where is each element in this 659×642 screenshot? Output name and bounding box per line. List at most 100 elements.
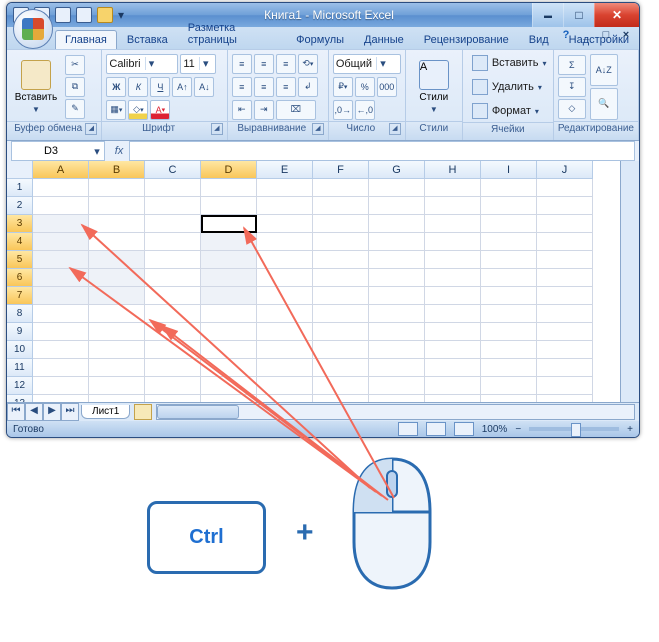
mdi-minimize-icon[interactable]: _ xyxy=(579,29,593,43)
zoom-slider[interactable] xyxy=(529,427,619,431)
row-header-4[interactable]: 4 xyxy=(7,233,33,251)
col-header-E[interactable]: E xyxy=(257,161,313,179)
cell-G9[interactable] xyxy=(369,323,425,341)
sheet-tab-1[interactable]: Лист1 xyxy=(81,405,130,419)
row-header-5[interactable]: 5 xyxy=(7,251,33,269)
zoom-level[interactable]: 100% xyxy=(482,424,508,435)
cell-A1[interactable] xyxy=(33,179,89,197)
underline-button[interactable]: Ч xyxy=(150,77,170,97)
cell-I3[interactable] xyxy=(481,215,537,233)
cell-B5[interactable] xyxy=(89,251,145,269)
cell-F3[interactable] xyxy=(313,215,369,233)
cell-D4[interactable] xyxy=(201,233,257,251)
cell-G2[interactable] xyxy=(369,197,425,215)
cell-E2[interactable] xyxy=(257,197,313,215)
cell-I10[interactable] xyxy=(481,341,537,359)
cell-J8[interactable] xyxy=(537,305,593,323)
maximize-button[interactable] xyxy=(563,3,594,27)
align-left-button[interactable]: ≡ xyxy=(232,77,252,97)
decrease-indent-button[interactable]: ⇤ xyxy=(232,100,252,120)
qat-print-icon[interactable] xyxy=(76,7,92,23)
cell-C1[interactable] xyxy=(145,179,201,197)
qat-dropdown-icon[interactable]: ▾ xyxy=(118,8,126,22)
cell-A10[interactable] xyxy=(33,341,89,359)
cell-H3[interactable] xyxy=(425,215,481,233)
cell-B10[interactable] xyxy=(89,341,145,359)
cell-E3[interactable] xyxy=(257,215,313,233)
cell-A2[interactable] xyxy=(33,197,89,215)
cell-F12[interactable] xyxy=(313,377,369,395)
scroll-thumb[interactable] xyxy=(157,405,239,419)
cell-G12[interactable] xyxy=(369,377,425,395)
cell-A4[interactable] xyxy=(33,233,89,251)
cell-A6[interactable] xyxy=(33,269,89,287)
cell-G7[interactable] xyxy=(369,287,425,305)
cell-C12[interactable] xyxy=(145,377,201,395)
cut-button[interactable]: ✂ xyxy=(65,55,85,75)
zoom-slider-thumb[interactable] xyxy=(571,423,581,437)
insert-sheet-button[interactable] xyxy=(134,404,152,420)
sheet-nav-last[interactable]: ⏭ xyxy=(61,403,79,421)
cell-F1[interactable] xyxy=(313,179,369,197)
cell-J6[interactable] xyxy=(537,269,593,287)
cell-H10[interactable] xyxy=(425,341,481,359)
mdi-close-icon[interactable]: × xyxy=(619,29,633,43)
cell-B12[interactable] xyxy=(89,377,145,395)
cell-I9[interactable] xyxy=(481,323,537,341)
cell-C7[interactable] xyxy=(145,287,201,305)
tab-page-layout[interactable]: Разметка страницы xyxy=(178,18,286,49)
cell-C6[interactable] xyxy=(145,269,201,287)
cell-F11[interactable] xyxy=(313,359,369,377)
number-dialog-launcher[interactable]: ◢ xyxy=(389,123,401,135)
cell-C10[interactable] xyxy=(145,341,201,359)
cell-A5[interactable] xyxy=(33,251,89,269)
tab-review[interactable]: Рецензирование xyxy=(414,30,519,49)
cell-G6[interactable] xyxy=(369,269,425,287)
cell-D11[interactable] xyxy=(201,359,257,377)
cell-B2[interactable] xyxy=(89,197,145,215)
row-header-10[interactable]: 10 xyxy=(7,341,33,359)
cell-B11[interactable] xyxy=(89,359,145,377)
cell-G1[interactable] xyxy=(369,179,425,197)
cell-H7[interactable] xyxy=(425,287,481,305)
name-box[interactable]: D3 ▾ xyxy=(11,141,105,161)
font-size-combo[interactable]: 11▾ xyxy=(180,54,216,74)
col-header-F[interactable]: F xyxy=(313,161,369,179)
horizontal-scrollbar[interactable] xyxy=(156,404,635,420)
cell-E5[interactable] xyxy=(257,251,313,269)
tab-insert[interactable]: Вставка xyxy=(117,30,178,49)
cell-H9[interactable] xyxy=(425,323,481,341)
cell-E11[interactable] xyxy=(257,359,313,377)
cell-J11[interactable] xyxy=(537,359,593,377)
cell-E9[interactable] xyxy=(257,323,313,341)
cell-I12[interactable] xyxy=(481,377,537,395)
sheet-nav-first[interactable]: ⏮ xyxy=(7,403,25,421)
cell-C3[interactable] xyxy=(145,215,201,233)
italic-button[interactable]: К xyxy=(128,77,148,97)
cell-C9[interactable] xyxy=(145,323,201,341)
cell-C11[interactable] xyxy=(145,359,201,377)
clear-button[interactable]: ◇ xyxy=(558,99,586,119)
cell-F8[interactable] xyxy=(313,305,369,323)
wrap-text-button[interactable]: ↲ xyxy=(298,77,318,97)
cell-G10[interactable] xyxy=(369,341,425,359)
cell-D2[interactable] xyxy=(201,197,257,215)
cell-J10[interactable] xyxy=(537,341,593,359)
cell-I11[interactable] xyxy=(481,359,537,377)
cell-F4[interactable] xyxy=(313,233,369,251)
office-button[interactable] xyxy=(13,9,53,49)
cell-D9[interactable] xyxy=(201,323,257,341)
cell-E1[interactable] xyxy=(257,179,313,197)
increase-decimal-button[interactable]: ,0→ xyxy=(333,100,353,120)
cell-B4[interactable] xyxy=(89,233,145,251)
font-name-combo[interactable]: Calibri▾ xyxy=(106,54,178,74)
row-header-1[interactable]: 1 xyxy=(7,179,33,197)
col-header-C[interactable]: C xyxy=(145,161,201,179)
cell-A11[interactable] xyxy=(33,359,89,377)
cell-H2[interactable] xyxy=(425,197,481,215)
font-color-button[interactable]: A▾ xyxy=(150,100,170,120)
shrink-font-button[interactable]: A↓ xyxy=(194,77,214,97)
col-header-G[interactable]: G xyxy=(369,161,425,179)
cell-A9[interactable] xyxy=(33,323,89,341)
format-cells-button[interactable]: Формат▾ xyxy=(467,100,552,122)
